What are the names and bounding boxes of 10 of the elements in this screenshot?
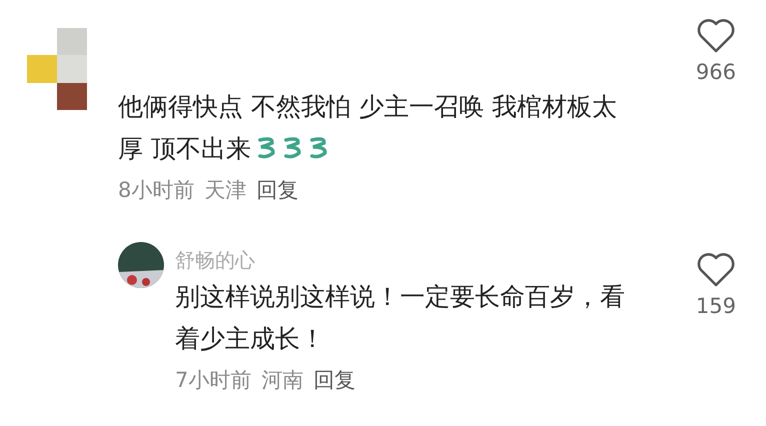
reply-link[interactable]: 回复 (256, 176, 298, 204)
comment-text: 他俩得快点 不然我怕 少主一召唤 我棺材板太厚 顶不出来 (118, 91, 618, 165)
reply-link[interactable]: 回复 (313, 366, 356, 394)
comment-text: 别这样说别这样说！一定要长命百岁，看着少主成长！ (175, 281, 626, 355)
comment-location: 河南 (261, 367, 304, 394)
comment-time: 7小时前 (175, 367, 252, 394)
comment-time: 8小时前 (118, 177, 194, 204)
like-count: 159 (696, 294, 736, 318)
like-count: 966 (696, 60, 736, 84)
comment-location: 天津 (204, 177, 246, 204)
